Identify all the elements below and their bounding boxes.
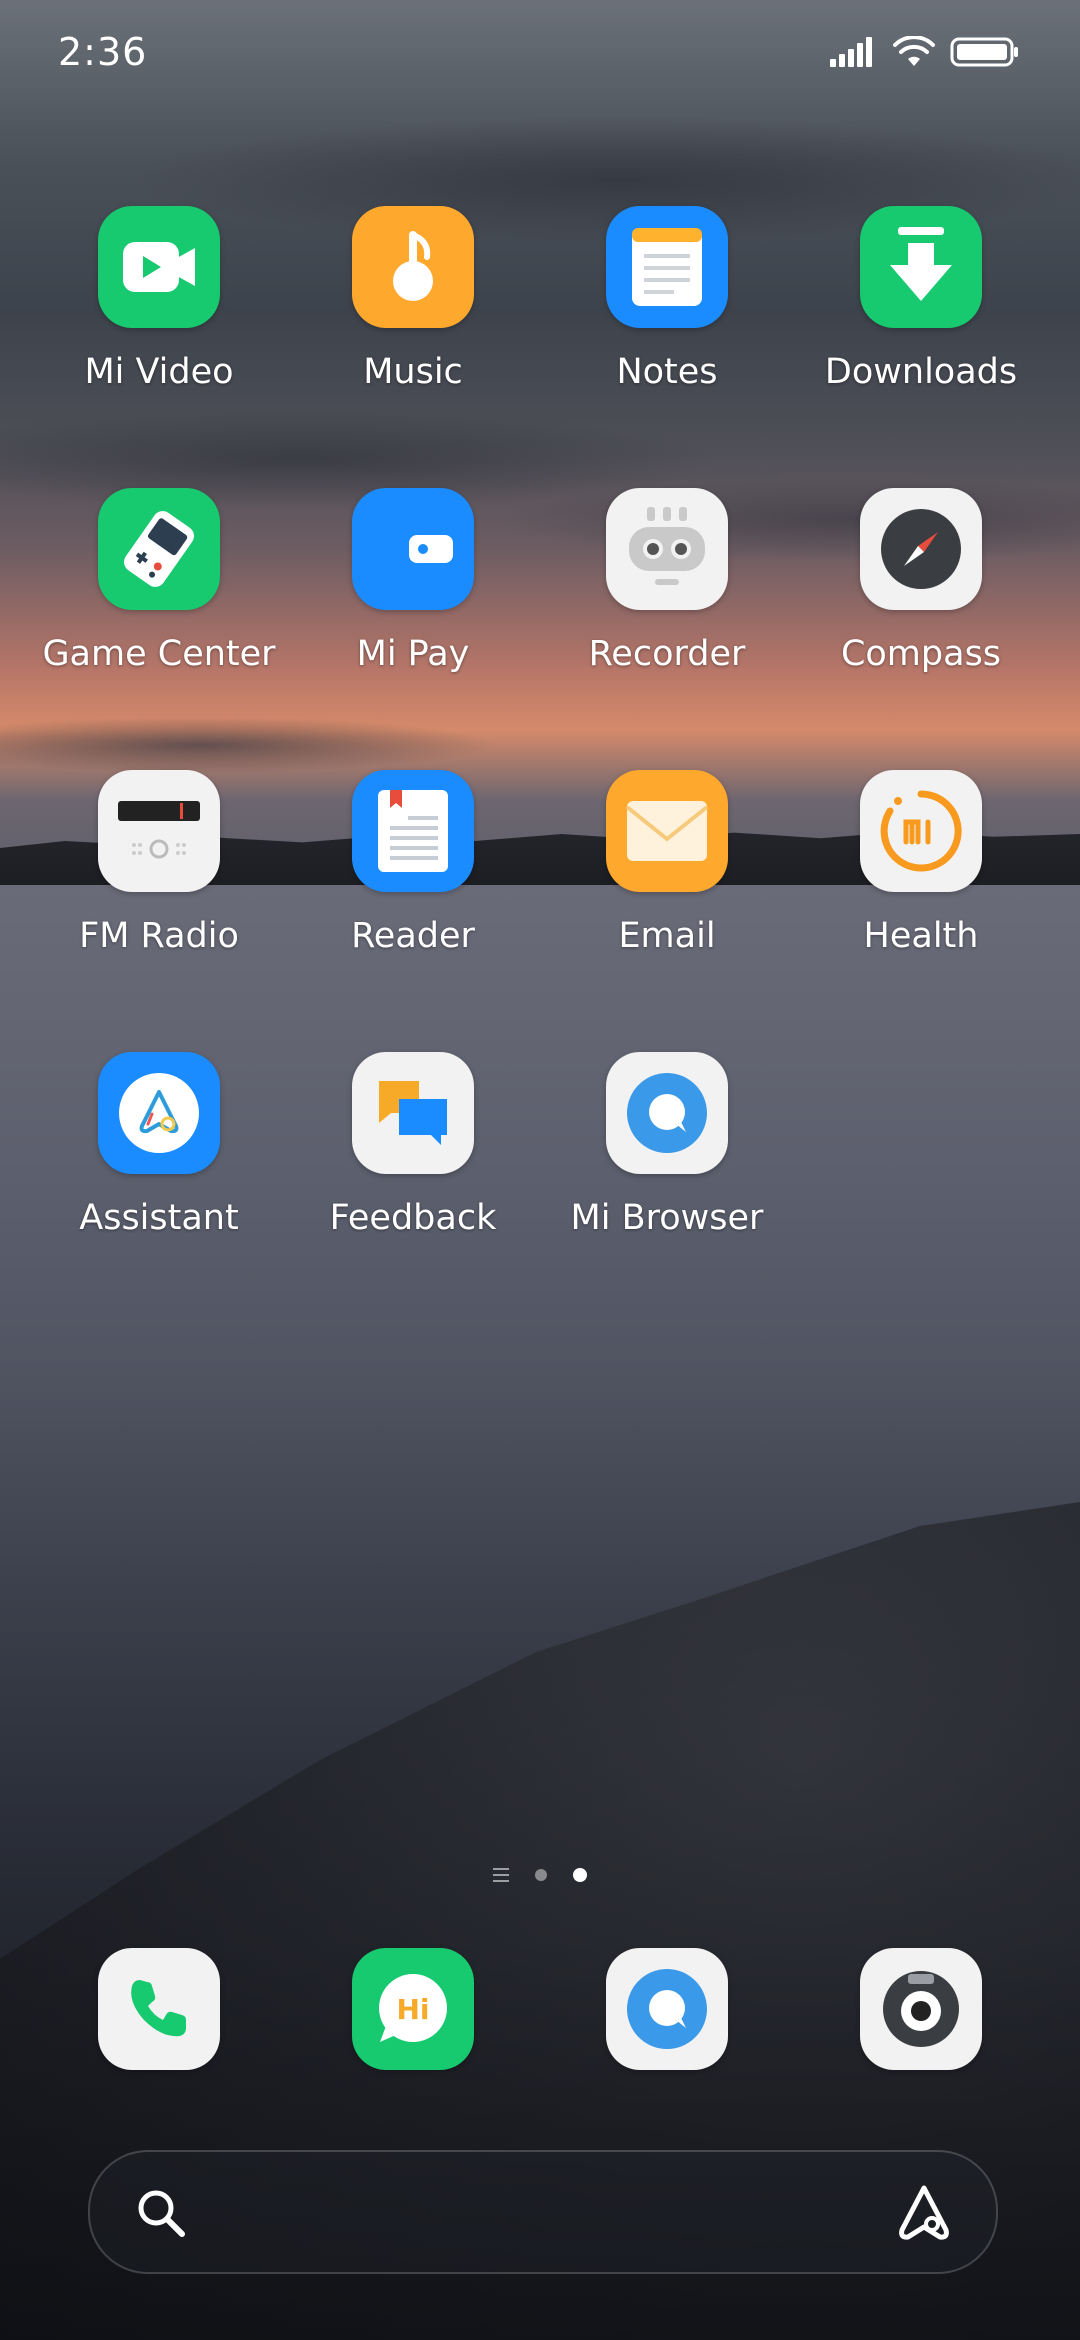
notes-icon [606, 206, 728, 328]
app-label: Email [618, 916, 716, 956]
app-downloads[interactable]: Downloads [794, 206, 1048, 392]
page-indicator[interactable] [0, 1868, 1080, 1882]
app-compass[interactable]: Compass [794, 488, 1048, 674]
app-feedback[interactable]: Feedback [286, 1052, 540, 1238]
app-mi-browser[interactable]: Mi Browser [540, 1052, 794, 1238]
messaging-icon: Hi [352, 1948, 474, 2070]
app-label: Feedback [329, 1198, 497, 1238]
app-mi-pay[interactable]: Mi Pay [286, 488, 540, 674]
assistant-icon[interactable] [892, 2182, 956, 2246]
recorder-icon [606, 488, 728, 610]
app-recorder[interactable]: Recorder [540, 488, 794, 674]
mi-video-icon [98, 206, 220, 328]
fm-radio-icon [98, 770, 220, 892]
phone-icon [98, 1948, 220, 2070]
page-dot [535, 1869, 547, 1881]
feedback-icon [352, 1052, 474, 1174]
app-game-center[interactable]: Game Center [32, 488, 286, 674]
signal-icon [830, 37, 878, 71]
app-assistant[interactable]: Assistant [32, 1052, 286, 1238]
dock-browser[interactable] [540, 1948, 794, 2070]
downloads-icon [860, 206, 982, 328]
battery-icon [950, 37, 1020, 71]
app-fm-radio[interactable]: FM Radio [32, 770, 286, 956]
mi-browser-icon [606, 1052, 728, 1174]
dock-messaging[interactable]: Hi [286, 1948, 540, 2070]
dock-camera[interactable] [794, 1948, 1048, 2070]
app-label: Music [363, 352, 463, 392]
app-health[interactable]: Health [794, 770, 1048, 956]
app-label: Assistant [79, 1198, 239, 1238]
app-label: Compass [840, 634, 1002, 674]
browser-icon [606, 1948, 728, 2070]
assistant-icon [98, 1052, 220, 1174]
page-dot-active [573, 1868, 587, 1882]
app-label: Reader [351, 916, 475, 956]
reader-icon [352, 770, 474, 892]
status-time: 2:36 [58, 30, 148, 74]
app-label: Downloads [824, 352, 1018, 392]
search-bar[interactable] [88, 2150, 998, 2274]
messaging-hi-text: Hi [396, 1993, 429, 2026]
app-label: Health [863, 916, 979, 956]
email-icon [606, 770, 728, 892]
mi-pay-icon [352, 488, 474, 610]
app-label: Recorder [588, 634, 746, 674]
game-center-icon [98, 488, 220, 610]
search-icon[interactable] [134, 2186, 188, 2244]
app-label: FM Radio [79, 916, 239, 956]
app-label: Game Center [42, 634, 276, 674]
music-icon [352, 206, 474, 328]
app-email[interactable]: Email [540, 770, 794, 956]
dock-phone[interactable] [32, 1948, 286, 2070]
status-bar: 2:36 [0, 0, 1080, 110]
app-mi-video[interactable]: Mi Video [32, 206, 286, 392]
app-reader[interactable]: Reader [286, 770, 540, 956]
compass-icon [860, 488, 982, 610]
camera-icon [860, 1948, 982, 2070]
menu-lines-icon [493, 1868, 509, 1882]
wifi-icon [892, 35, 936, 72]
app-label: Mi Pay [356, 634, 470, 674]
app-label: Mi Video [84, 352, 234, 392]
app-notes[interactable]: Notes [540, 206, 794, 392]
health-icon [860, 770, 982, 892]
app-music[interactable]: Music [286, 206, 540, 392]
app-label: Mi Browser [570, 1198, 764, 1238]
app-label: Notes [616, 352, 718, 392]
